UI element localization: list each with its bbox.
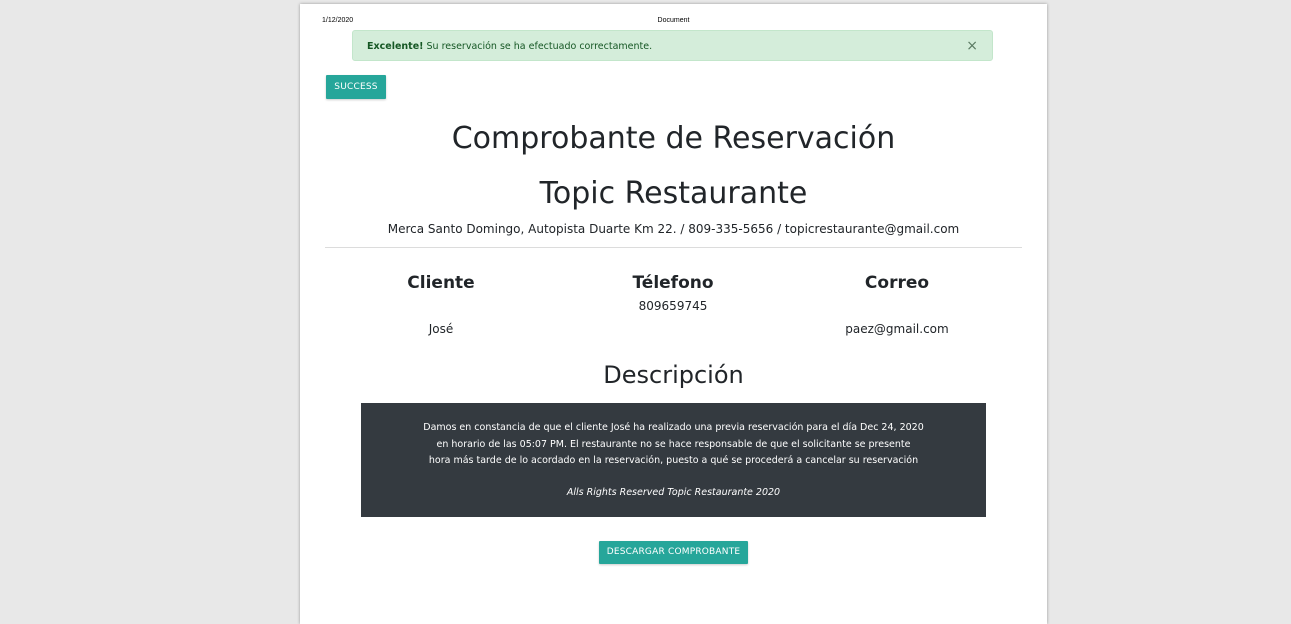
description-line-1: Damos en constancia de que el cliente Jo… — [423, 422, 924, 433]
alert-message: Su reservación se ha efectuado correctam… — [423, 41, 653, 52]
success-button[interactable]: SUCCESS — [326, 75, 386, 99]
rights-text: Alls Rights Reserved Topic Restaurante 2… — [566, 486, 781, 498]
close-icon[interactable]: × — [966, 31, 978, 62]
divider — [325, 247, 1022, 248]
alert-strong-text: Excelente! — [367, 41, 424, 52]
correo-heading: Correo — [864, 273, 930, 293]
description-title: Descripción — [603, 361, 744, 389]
download-receipt-button[interactable]: DESCARGAR COMPROBANTE — [599, 541, 748, 564]
restaurant-name: Topic Restaurante — [539, 176, 808, 211]
success-alert: Excelente! Su reservación se ha efectuad… — [352, 30, 993, 61]
cliente-value: José — [428, 322, 454, 336]
correo-value: paez@gmail.com — [845, 322, 949, 336]
description-line-3: hora más tarde de lo acordado en la rese… — [428, 455, 919, 466]
description-box: Damos en constancia de que el cliente Jo… — [361, 403, 986, 517]
restaurant-address: Merca Santo Domingo, Autopista Duarte Km… — [387, 222, 960, 236]
cliente-heading: Cliente — [407, 273, 475, 293]
print-document-title: Document — [657, 17, 690, 24]
print-page: 1/12/2020 Document Excelente! Su reserva… — [300, 4, 1047, 624]
telefono-heading: Télefono — [632, 273, 714, 293]
telefono-value: 809659745 — [638, 299, 708, 313]
description-line-2: en horario de las 05:07 PM. El restauran… — [436, 438, 911, 450]
page-title: Comprobante de Reservación — [451, 121, 896, 156]
